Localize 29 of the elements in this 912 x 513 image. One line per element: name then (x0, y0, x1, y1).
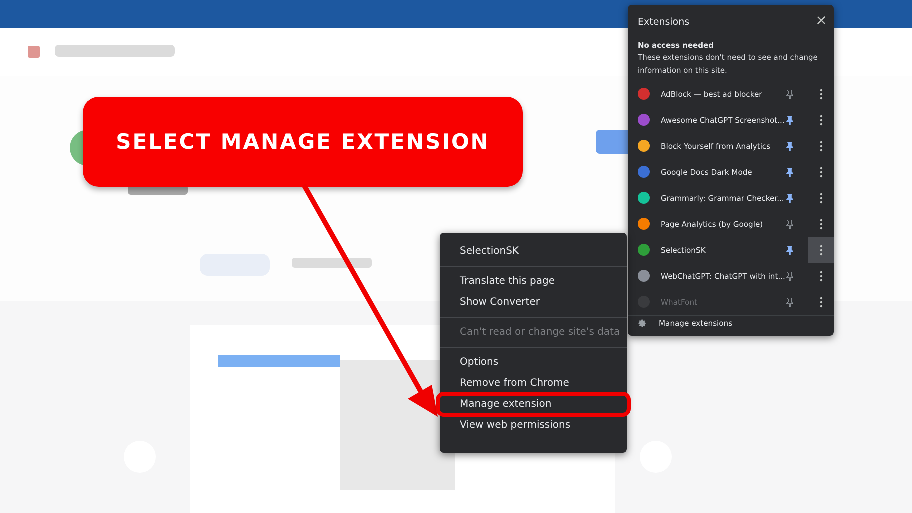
menu-item[interactable]: View web permissions (440, 415, 627, 436)
pin-icon[interactable] (786, 116, 794, 124)
more-icon (820, 270, 822, 282)
menu-item[interactable]: Options (440, 352, 627, 373)
more-icon (820, 218, 822, 230)
menu-item[interactable]: SelectionSK (440, 241, 627, 262)
pin-icon[interactable] (786, 220, 794, 228)
callout-banner: SELECT MANAGE EXTENSION (83, 97, 523, 187)
pin-icon[interactable] (786, 168, 794, 176)
settings-icon (638, 318, 647, 328)
menu-item[interactable]: Show Converter (440, 292, 627, 313)
more-icon (820, 244, 822, 256)
more-icon (820, 192, 822, 204)
menu-item[interactable]: Remove from Chrome (440, 373, 627, 394)
pin-icon[interactable] (786, 142, 794, 150)
menu-item[interactable]: Manage extension (438, 394, 629, 415)
close-icon[interactable] (817, 16, 826, 25)
pin-icon[interactable] (786, 246, 794, 254)
more-icon (820, 140, 822, 152)
pin-icon[interactable] (786, 194, 794, 202)
more-icon (820, 114, 822, 126)
more-icon (820, 296, 822, 308)
panel-title: Extensions (638, 17, 690, 28)
menu-item[interactable]: Translate this page (440, 271, 627, 292)
more-icon (820, 166, 822, 178)
pin-icon[interactable] (786, 272, 794, 280)
store-logo-icon (28, 46, 40, 58)
pin-icon[interactable] (786, 90, 794, 98)
more-icon (820, 88, 822, 100)
